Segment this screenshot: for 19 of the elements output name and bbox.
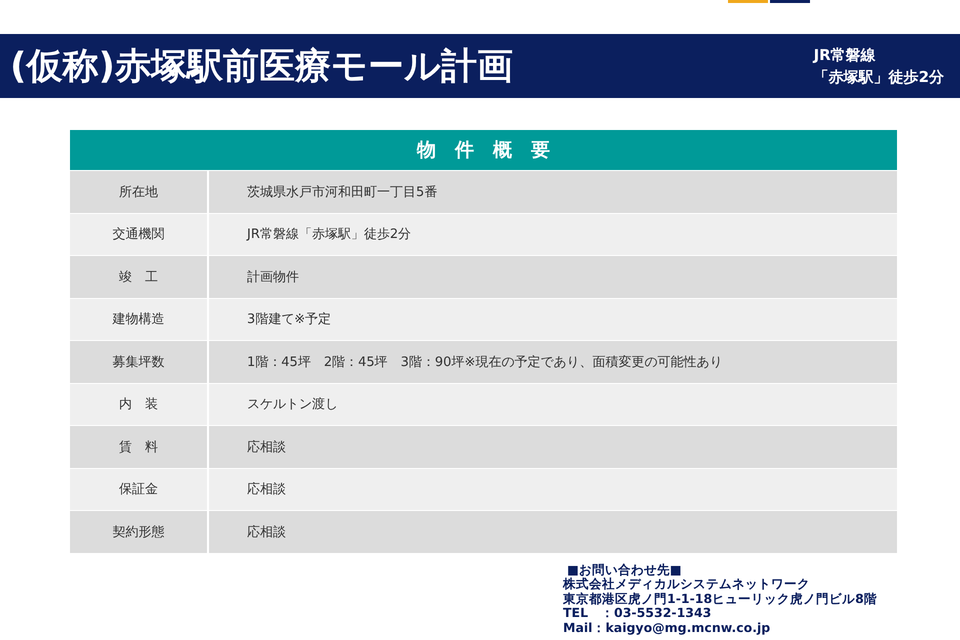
contact-text: Mail：kaigyo@mg.mcnw.co.jp [563,620,772,636]
contact-text: 東京都港区虎ノ門1-1-18ヒューリック虎ノ門ビル8階 [563,592,878,606]
contact-text: 株式会社メディカルシステムネットワーク [563,577,811,592]
table-cell-text: JR常磐線「赤塚駅」徒歩2分 [245,226,412,244]
access-text: 「赤塚駅」徒歩2分 [814,67,944,88]
table-cell-text: 1階：45坪 2階：45坪 3階：90坪※現在の予定であり、面積変更の可能性あり [246,354,724,372]
table-cell-text: 3階建て※予定 [246,311,332,330]
contact-text: TEL ：03-5532-1343 [563,606,712,621]
table-cell-text: 応相談 [246,524,287,542]
table-cell-text: 計画物件 [246,268,300,287]
page-title: (仮称)赤塚駅前医療モール計画 [10,44,513,88]
table-heading: 物 件 概 要 [70,130,897,170]
contact-heading: ■お問い合わせ先■ [566,562,683,576]
table-cell-text: 応相談 [246,438,287,457]
table-cell: 契約形態 [70,511,209,552]
table-cell-text: スケルトン渡し [246,396,339,414]
table-cell-text: 茨城県水戸市河和田町一丁目5番 [246,184,438,202]
access-text: JR常磐線 [814,45,877,66]
table-cell-text: 応相談 [246,481,287,500]
